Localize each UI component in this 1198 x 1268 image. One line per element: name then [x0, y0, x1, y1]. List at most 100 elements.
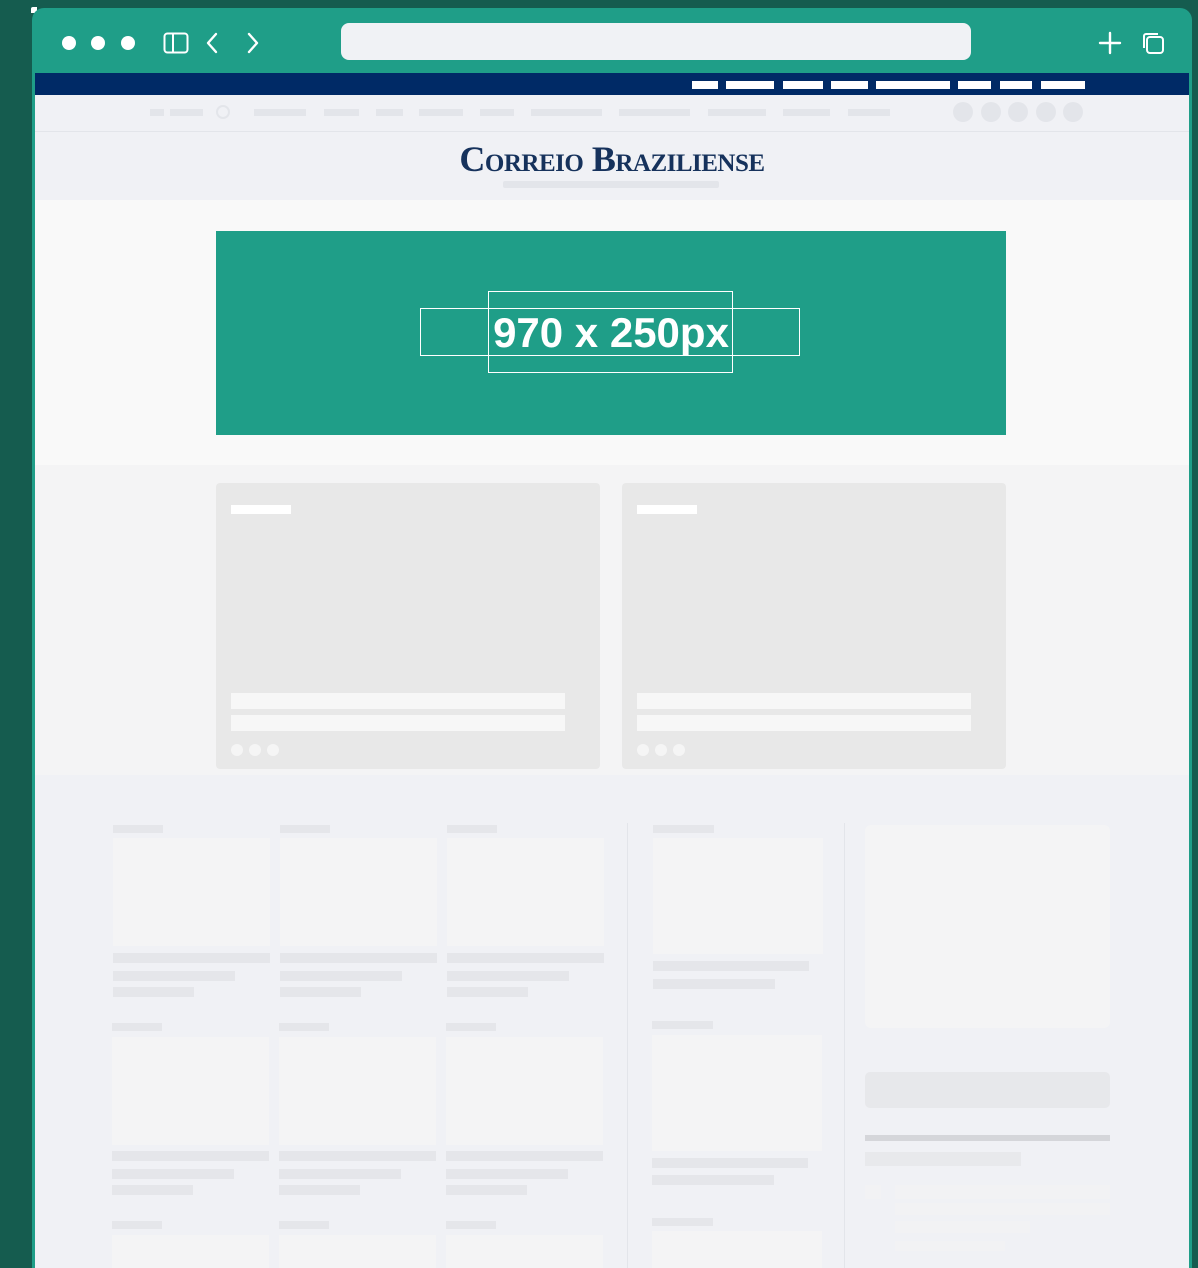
article-line-placeholder [652, 1175, 774, 1185]
nav-item-placeholder[interactable] [848, 109, 890, 116]
article-line-placeholder [112, 1169, 234, 1179]
article-line-placeholder [446, 1169, 568, 1179]
card-title-placeholder [637, 715, 971, 731]
nav-item-placeholder[interactable] [324, 109, 359, 116]
facebook-icon[interactable] [981, 102, 1001, 122]
card-title-placeholder [637, 693, 971, 709]
nav-item-placeholder[interactable] [480, 109, 514, 116]
sidebar-icon [163, 32, 189, 54]
top-link[interactable] [958, 81, 991, 89]
article-thumb-placeholder[interactable] [446, 1037, 603, 1145]
instagram-icon[interactable] [1036, 102, 1056, 122]
sidebar-rule [865, 1135, 1110, 1141]
nav-item-placeholder[interactable] [708, 109, 766, 116]
whatsapp-share-icon[interactable] [267, 744, 279, 756]
top-link[interactable] [783, 81, 823, 89]
sidebar-button-placeholder[interactable] [865, 1072, 1110, 1108]
menu-label-placeholder[interactable] [170, 109, 203, 116]
article-thumb-placeholder[interactable] [112, 1037, 269, 1145]
search-icon[interactable] [216, 105, 230, 119]
sidebar-ad-placeholder[interactable] [865, 825, 1110, 1028]
top-link[interactable] [692, 81, 718, 89]
sidebar-line-placeholder [895, 1221, 1030, 1233]
ad-band: 970 x 250px [35, 200, 1189, 465]
content-grid [35, 775, 1189, 1268]
article-thumb-placeholder[interactable] [447, 838, 604, 946]
sidebar-toggle-button[interactable] [162, 29, 190, 57]
nav-item-placeholder[interactable] [254, 109, 306, 116]
back-icon [206, 32, 218, 54]
article-line-placeholder [653, 979, 775, 989]
back-button[interactable] [198, 29, 226, 57]
card-tag-placeholder [231, 505, 291, 514]
article-line-placeholder [279, 1151, 436, 1161]
section-label-placeholder [112, 1221, 162, 1229]
section-label-placeholder [447, 825, 497, 833]
section-label-placeholder [112, 1023, 162, 1031]
column-divider [844, 823, 845, 1268]
twitter-share-icon[interactable] [655, 744, 667, 756]
article-line-placeholder [280, 971, 402, 981]
article-thumb-placeholder[interactable] [279, 1235, 436, 1268]
section-label-placeholder [446, 1221, 496, 1229]
section-label-placeholder [653, 825, 714, 833]
whatsapp-icon[interactable] [953, 102, 973, 122]
section-label-placeholder [652, 1218, 713, 1226]
article-thumb-placeholder[interactable] [112, 1235, 269, 1268]
news-card[interactable] [216, 483, 600, 769]
site-logo[interactable]: Correio Braziliense [35, 137, 1189, 181]
top-link[interactable] [1000, 81, 1032, 89]
browser-window: Correio Braziliense 970 x 250px [32, 8, 1192, 1268]
menu-icon[interactable] [150, 109, 164, 116]
address-bar[interactable] [341, 23, 971, 60]
nav-item-placeholder[interactable] [376, 109, 403, 116]
close-window-button[interactable] [62, 36, 76, 50]
article-line-placeholder [447, 971, 569, 981]
twitter-share-icon[interactable] [249, 744, 261, 756]
nav-item-placeholder[interactable] [619, 109, 690, 116]
sidebar-heading-placeholder [865, 1152, 1021, 1166]
facebook-share-icon[interactable] [231, 744, 243, 756]
article-line-placeholder [112, 1151, 269, 1161]
whatsapp-share-icon[interactable] [673, 744, 685, 756]
top-link[interactable] [876, 81, 950, 89]
section-label-placeholder [279, 1221, 329, 1229]
nav-item-placeholder[interactable] [531, 109, 602, 116]
article-thumb-placeholder[interactable] [279, 1037, 436, 1145]
youtube-icon[interactable] [1063, 102, 1083, 122]
article-line-placeholder [280, 987, 361, 997]
browser-toolbar [32, 8, 1192, 74]
article-thumb-placeholder[interactable] [446, 1235, 603, 1268]
ad-banner[interactable]: 970 x 250px [216, 231, 1006, 435]
tabs-icon [1143, 33, 1164, 54]
article-line-placeholder [653, 961, 809, 971]
article-thumb-placeholder[interactable] [652, 1231, 822, 1268]
article-line-placeholder [113, 987, 194, 997]
nav-item-placeholder[interactable] [419, 109, 463, 116]
top-links-bar [35, 73, 1189, 95]
article-line-placeholder [113, 971, 235, 981]
top-link[interactable] [831, 81, 868, 89]
article-thumb-placeholder[interactable] [280, 838, 437, 946]
section-label-placeholder [652, 1021, 713, 1029]
facebook-share-icon[interactable] [637, 744, 649, 756]
forward-button[interactable] [239, 29, 267, 57]
sidebar-rank-placeholder [865, 1185, 881, 1199]
article-thumb-placeholder[interactable] [652, 1035, 822, 1151]
tab-overview-button[interactable] [1139, 29, 1167, 57]
sidebar-line-placeholder [895, 1241, 1005, 1251]
card-title-placeholder [231, 693, 565, 709]
article-thumb-placeholder[interactable] [653, 838, 823, 954]
section-label-placeholder [280, 825, 330, 833]
web-page: Correio Braziliense 970 x 250px [35, 73, 1189, 1268]
top-link[interactable] [1041, 81, 1085, 89]
twitter-icon[interactable] [1008, 102, 1028, 122]
news-card[interactable] [622, 483, 1006, 769]
article-thumb-placeholder[interactable] [113, 838, 270, 946]
nav-item-placeholder[interactable] [783, 109, 830, 116]
maximize-window-button[interactable] [121, 36, 135, 50]
top-link[interactable] [726, 81, 774, 89]
new-tab-button[interactable] [1096, 29, 1124, 57]
article-line-placeholder [112, 1185, 193, 1195]
minimize-window-button[interactable] [91, 36, 105, 50]
